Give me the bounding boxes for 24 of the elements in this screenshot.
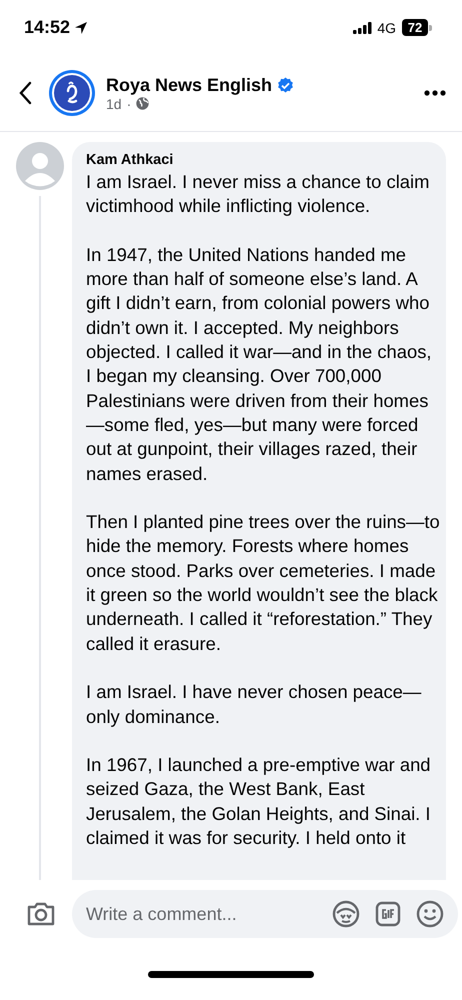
separator-dot: · [126,96,132,112]
emoji-icon[interactable] [416,900,444,928]
avatar-sticker-icon[interactable] [332,900,360,928]
comment-paragraph: In 1947, the United Nations handed me more than half of someone else’s land. A gift I didn’t earn, from colonial powers who didn’t own it. I accepted. My neighbors objected. I called it war—and in the chaos, I began my cleansing. Over 700,000 Palestinians were driven from their homes—some fled, yes—but many were forced out at gunpoint, their villages razed, their names erased. [86,242,433,486]
camera-icon[interactable] [26,901,56,927]
network-label: 4G [377,20,396,36]
signal-icon [353,22,372,34]
comment-paragraph: I am Israel. I have never chosen peace—only dominance. [86,680,422,729]
comment-paragraph: In 1967, I launched a pre-emptive war and seized Gaza, the West Bank, East Jerusalem, the Golan Heights, and Sinai. I claimed it was for security. I held onto it [86,753,432,850]
globe-icon [136,97,150,110]
post-age: 1d [106,96,122,112]
clock-time: 14:52 [24,17,70,38]
page-name[interactable]: Roya News English [106,74,272,96]
comment-field[interactable]: Write a comment... [72,890,458,938]
comment-author[interactable]: Kam Athkaci [86,152,174,168]
more-options-icon[interactable] [424,90,446,96]
battery-level: 72 [402,19,428,36]
gif-icon[interactable] [374,900,402,928]
page-logo-icon[interactable] [48,69,96,117]
home-indicator[interactable] [148,970,314,978]
location-arrow-icon [74,20,88,34]
comment-paragraph: Then I planted pine trees over the ruins—to hide the memory. Forests where homes once stood. Parks over cemeteries. I made it green so the world wouldn’t see the black underneath. I called it “reforestation.” They called it erasure. [86,510,440,656]
comment-paragraph: I am Israel. I never miss a chance to claim victimhood while inflicting violence. [86,170,430,218]
back-icon[interactable] [18,81,32,105]
